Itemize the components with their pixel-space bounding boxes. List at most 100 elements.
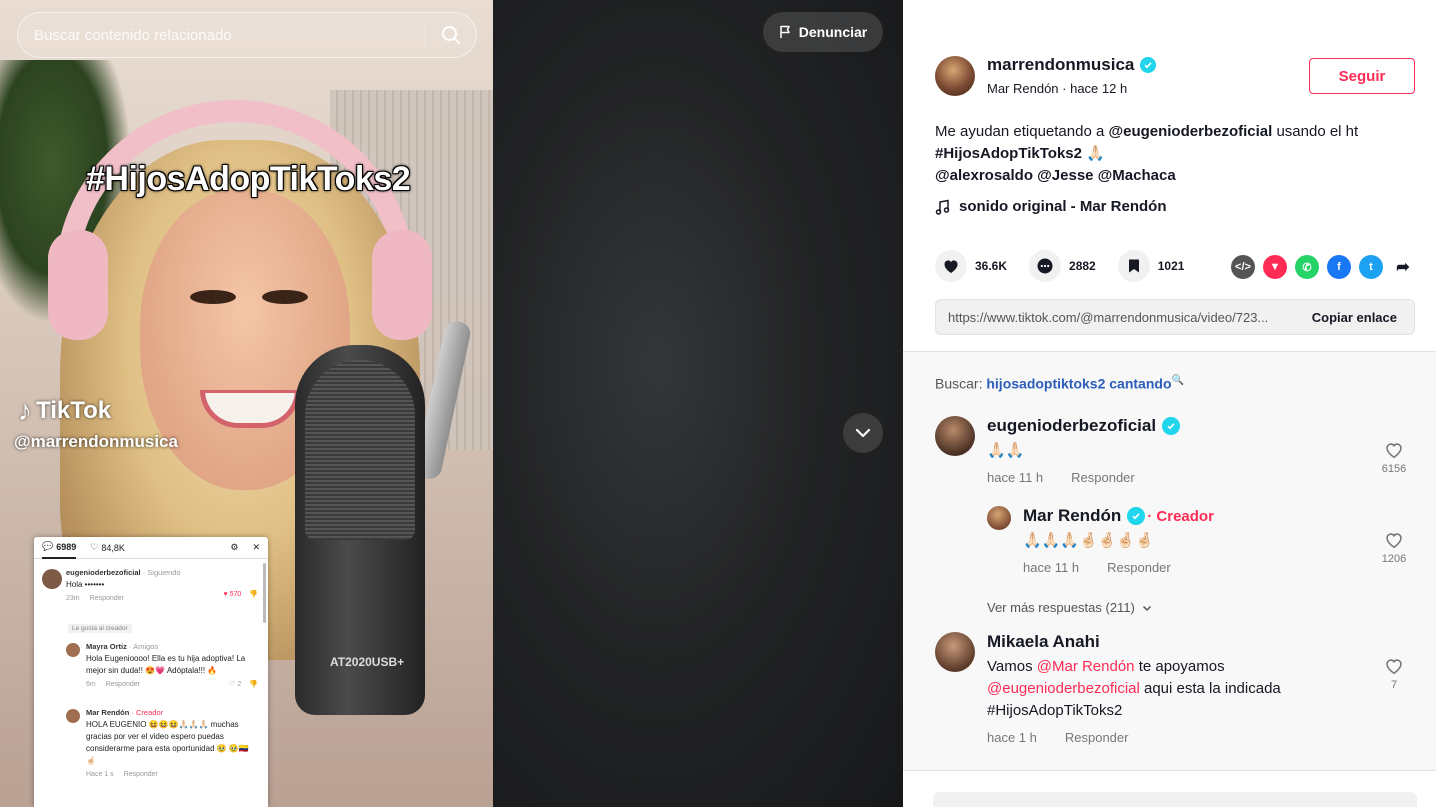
report-button[interactable]: Denunciar xyxy=(763,12,883,52)
comment-like-count: 7 xyxy=(1390,679,1398,691)
author-username[interactable]: marrendonmusica xyxy=(987,55,1157,75)
video-blurred-background xyxy=(493,0,903,807)
follow-button[interactable]: Seguir xyxy=(1309,58,1415,94)
liked-by-creator-chip: Le gusta al creador xyxy=(68,624,132,633)
watermark-username: @marrendonmusica xyxy=(14,432,178,451)
avatar[interactable] xyxy=(987,506,1011,530)
reply-button[interactable]: Responder xyxy=(1065,730,1129,745)
person-eye-left xyxy=(190,290,236,304)
chevron-down-icon xyxy=(855,428,871,438)
avatar[interactable] xyxy=(935,416,975,456)
avatar[interactable] xyxy=(935,632,975,672)
comment-reply-item: Mar Rendón · Creador 🙏🏻🙏🏻🙏🏻🤞🏻🤞🏻🤞🏻🤞🏻 hace … xyxy=(987,506,1417,586)
verified-badge-icon xyxy=(1140,57,1157,73)
comment-input[interactable] xyxy=(933,792,1417,807)
comment-text-part: Vamos xyxy=(987,658,1037,675)
comment-username[interactable]: Mikaela Anahi xyxy=(987,632,1100,652)
search-input[interactable]: Buscar contenido relacionado xyxy=(18,27,425,44)
reply-button[interactable]: Responder xyxy=(1107,560,1171,575)
embedded-comment: Mayra Ortiz · Amigos Hola Eugenioooo! El… xyxy=(34,641,268,703)
comment-icon xyxy=(1037,258,1053,274)
comment-like[interactable]: 7 xyxy=(1381,656,1407,691)
sound-link[interactable]: sonido original - Mar Rendón xyxy=(935,198,1167,215)
verified-badge-icon xyxy=(1127,507,1146,525)
related-search-link[interactable]: hijosadoptiktoks2 cantando xyxy=(986,376,1171,392)
microphone-grille xyxy=(305,360,415,540)
video-area: AT2020USB+ #HijosAdopTikToks2 ♪ TikTok @… xyxy=(0,0,903,807)
embedded-comment-time: 23m xyxy=(66,595,80,602)
search-icon xyxy=(442,26,460,44)
comment-time: hace 1 h xyxy=(987,730,1037,745)
heart-icon xyxy=(944,260,958,273)
view-more-replies[interactable]: Ver más respuestas (211) xyxy=(987,600,1153,615)
comment-username[interactable]: Mar Rendón xyxy=(1023,506,1121,526)
facebook-icon[interactable]: f xyxy=(1327,255,1351,279)
embedded-comment-time: Hace 1 s xyxy=(86,771,114,778)
comment-time: hace 11 h xyxy=(1023,560,1080,575)
person-eye-right xyxy=(262,290,308,304)
author-avatar[interactable] xyxy=(935,56,975,96)
like-button[interactable]: 36.6K xyxy=(935,250,1007,282)
heart-outline-icon xyxy=(1386,533,1402,549)
comment-like[interactable]: 6156 xyxy=(1381,440,1407,475)
embedded-comment-text: Hola Eugenioooo! Ella es tu hija adoptiv… xyxy=(86,654,246,675)
whatsapp-icon[interactable]: ✆ xyxy=(1295,255,1319,279)
embedded-comment-user: Mar Rendón xyxy=(86,708,130,717)
search-button[interactable] xyxy=(426,12,476,58)
details-panel: marrendonmusica Mar Rendón · hace 12 h S… xyxy=(903,0,1436,807)
microphone-model-text: AT2020USB+ xyxy=(330,655,405,669)
embedded-comment-text: HOLA EUGENIO 😆😆😆🙏🏻🙏🏻🙏🏻 muchas gracias po… xyxy=(86,720,249,765)
comment-like-count: 6156 xyxy=(1381,463,1407,475)
embedded-comment: Mar Rendón · Creador HOLA EUGENIO 😆😆😆🙏🏻🙏… xyxy=(34,707,268,781)
embedded-like: ♥ 570 👎 xyxy=(223,589,258,601)
share-arrow-icon[interactable]: ➦ xyxy=(1391,255,1415,279)
twitter-icon[interactable]: t xyxy=(1359,255,1383,279)
embedded-comments-tab: 💬 6989 xyxy=(42,537,77,559)
comment-button[interactable]: 2882 xyxy=(1029,250,1096,282)
comment-text-part: te apoyamos xyxy=(1134,658,1225,675)
mention-links[interactable]: @alexrosaldo @Jesse @Machaca xyxy=(935,167,1176,184)
related-search-bar[interactable]: Buscar contenido relacionado xyxy=(17,12,477,58)
comment-text: Vamos @Mar Rendón te apoyamos @eugeniode… xyxy=(987,656,1307,722)
report-label: Denunciar xyxy=(798,24,868,40)
embedded-like: ♡ 2 👎 xyxy=(229,681,258,688)
reply-button[interactable]: Responder xyxy=(1071,470,1135,485)
heart-outline-icon: ♡ xyxy=(90,542,99,552)
hashtag-link[interactable]: #HijosAdopTikToks2 🙏🏻 xyxy=(935,145,1105,162)
author-subtitle: Mar Rendón · hace 12 h xyxy=(987,81,1128,96)
copy-link-box: https://www.tiktok.com/@marrendonmusica/… xyxy=(935,299,1415,335)
mention-link[interactable]: @Mar Rendón xyxy=(1037,658,1135,675)
avatar xyxy=(66,709,80,723)
embedded-reply: Responder xyxy=(89,595,124,602)
avatar xyxy=(66,643,80,657)
heart-outline-icon xyxy=(1386,443,1402,459)
comment-count: 2882 xyxy=(1069,259,1096,273)
copy-link-button[interactable]: Copiar enlace xyxy=(1300,310,1414,325)
mention-link[interactable]: @eugenioderbezoficial xyxy=(1108,123,1272,140)
send-icon[interactable]: ▼ xyxy=(1263,255,1287,279)
embedded-comment-badge: · Siguiendo xyxy=(142,568,181,577)
embedded-comment-user: Mayra Ortiz xyxy=(86,642,127,651)
next-video-button[interactable] xyxy=(843,413,883,453)
description-text: Me ayudan etiquetando a xyxy=(935,123,1109,140)
comments-list: Buscar: hijosadoptiktoks2 cantando🔍 euge… xyxy=(903,352,1436,770)
dislike-icon: 👎 xyxy=(249,591,258,598)
tiktok-logo-icon: ♪ xyxy=(18,395,32,426)
mention-link[interactable]: @eugenioderbezoficial xyxy=(987,680,1140,697)
heart-outline-icon xyxy=(1386,659,1402,675)
description-text: usando el ht xyxy=(1272,123,1359,140)
embedded-reply: Responder xyxy=(123,771,158,778)
heart-filled-icon: ♥ 570 xyxy=(223,591,242,598)
related-search-prefix: Buscar: xyxy=(935,375,987,392)
comment-item: eugenioderbezoficial 🙏🏻🙏🏻 hace 11 h Respo… xyxy=(935,416,1415,496)
comment-text-part: aqui esta la indicada xyxy=(1139,680,1281,697)
embedded-tabs: 💬 6989 ♡ 84,8K ⚙ ✕ xyxy=(34,537,268,559)
video-url: https://www.tiktok.com/@marrendonmusica/… xyxy=(948,309,1269,325)
save-button[interactable]: 1021 xyxy=(1117,250,1184,282)
verified-badge-icon xyxy=(1162,417,1181,435)
comment-username[interactable]: eugenioderbezoficial xyxy=(987,416,1156,436)
share-icons: </> ▼ ✆ f t ➦ xyxy=(1231,255,1415,279)
embed-icon[interactable]: </> xyxy=(1231,255,1255,279)
video-player[interactable]: AT2020USB+ #HijosAdopTikToks2 ♪ TikTok @… xyxy=(0,0,493,807)
comment-like[interactable]: 1206 xyxy=(1381,530,1407,565)
